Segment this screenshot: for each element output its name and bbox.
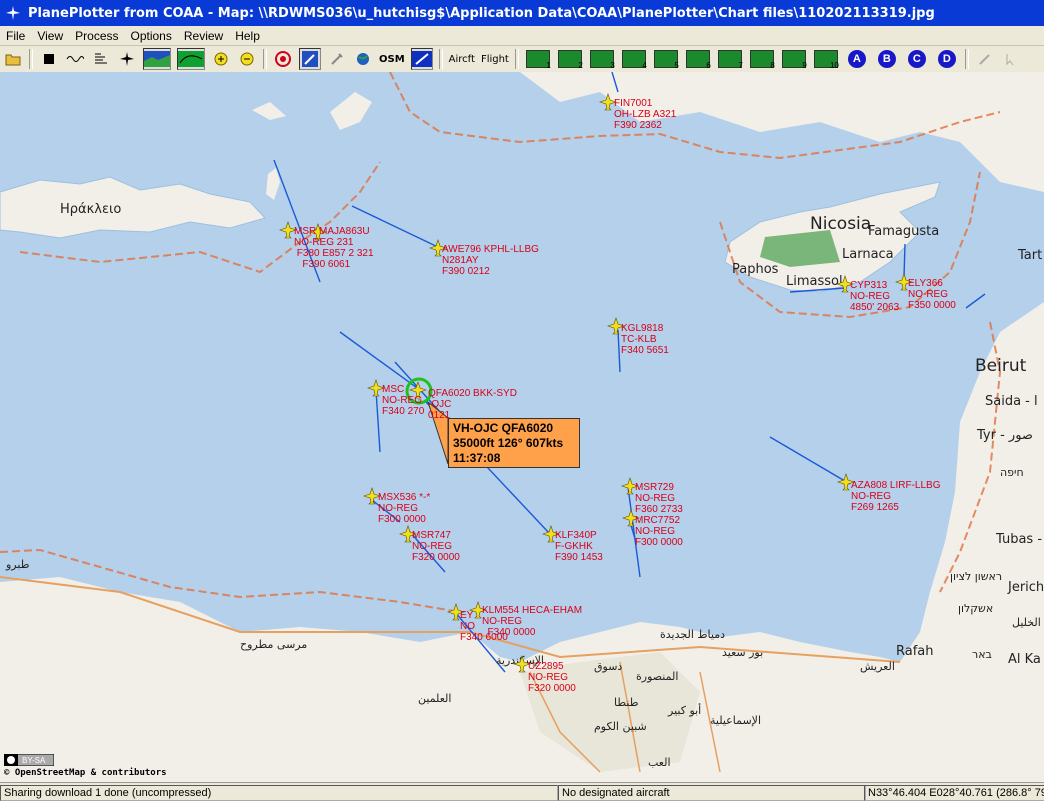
aircraft-label-msr-cluster[interactable]: MSR MAJA863U NO-REG 231 F380 E857 2 321 … bbox=[294, 226, 374, 270]
view-c-button[interactable]: C bbox=[907, 50, 926, 68]
callout-line-1: VH-OJC QFA6020 bbox=[453, 421, 554, 435]
layer-3-label: 3 bbox=[610, 61, 615, 70]
menu-review[interactable]: Review bbox=[178, 29, 229, 43]
aircraft-label-cyp313[interactable]: CYP313 NO-REG 4850' 2063 bbox=[850, 280, 899, 313]
map-view-icon[interactable] bbox=[143, 48, 171, 70]
layer-2-button[interactable]: 2 bbox=[557, 50, 583, 70]
aircraft-callout[interactable]: VH-OJC QFA6020 35000ft 126° 607kts 11:37… bbox=[448, 418, 580, 468]
layer-8-label: 8 bbox=[770, 61, 775, 70]
menu-view[interactable]: View bbox=[31, 29, 69, 43]
open-folder-icon[interactable] bbox=[3, 49, 23, 69]
layer-2-label: 2 bbox=[578, 61, 583, 70]
map-canvas[interactable]: Ηράκλειο Nicosia Famagusta Paphos Larnac… bbox=[0, 72, 1044, 782]
menu-help[interactable]: Help bbox=[229, 29, 266, 43]
aircraft-label-kgl9818[interactable]: KGL9818 TC-KLB F340 5651 bbox=[621, 323, 669, 356]
toolbar-separator bbox=[514, 49, 519, 69]
stop-icon[interactable] bbox=[39, 49, 59, 69]
layer-9-button[interactable]: 9 bbox=[781, 50, 807, 70]
aircraft-label-uz2895[interactable]: UZ2895 NO-REG F320 0000 bbox=[528, 661, 576, 694]
menu-bar: File View Process Options Review Help bbox=[0, 26, 1044, 46]
layer-10-button[interactable]: 10 bbox=[813, 50, 839, 70]
menu-options[interactable]: Options bbox=[125, 29, 178, 43]
view-a-button[interactable]: A bbox=[847, 50, 866, 68]
status-left: Sharing download 1 done (uncompressed) bbox=[0, 785, 558, 801]
zoom-out-icon[interactable] bbox=[237, 49, 257, 69]
aircraft-label-awe796[interactable]: AWE796 KPHL-LLBG N281AY F390 0212 bbox=[442, 244, 539, 277]
callout-line-2: 35000ft 126° 607kts bbox=[453, 436, 564, 450]
toolbar-separator bbox=[964, 49, 969, 69]
status-bar: Sharing download 1 done (uncompressed) N… bbox=[0, 782, 1044, 801]
layer-1-label: 1 bbox=[546, 61, 551, 70]
aircraft-label-msr729[interactable]: MSR729 NO-REG F360 2733 bbox=[635, 482, 683, 515]
window-title: PlanePlotter from COAA - Map: \\RDWMS036… bbox=[28, 5, 935, 21]
toolbar: OSM Aircft Flight 1 2 3 4 5 6 7 8 9 10 A… bbox=[0, 46, 1044, 73]
status-coords: N33°46.404 E028°40.761 (286.8° 79 bbox=[864, 785, 1044, 801]
plane-icon bbox=[4, 4, 22, 22]
layer-6-label: 6 bbox=[706, 61, 711, 70]
aircraft-label-ely366[interactable]: ELY366 NO-REG F350 0000 bbox=[908, 278, 956, 311]
cc-license-text: BY-SA bbox=[22, 756, 46, 765]
pen-icon[interactable] bbox=[975, 49, 995, 69]
wrench-icon[interactable] bbox=[327, 49, 347, 69]
layer-7-label: 7 bbox=[738, 61, 743, 70]
flight-button[interactable]: Flight bbox=[481, 49, 509, 69]
aircraft-mode-icon[interactable] bbox=[117, 49, 137, 69]
help-pointer-icon[interactable] bbox=[1001, 49, 1021, 69]
layer-5-button[interactable]: 5 bbox=[653, 50, 679, 70]
layer-5-label: 5 bbox=[674, 61, 679, 70]
aircraft-label-msr747[interactable]: MSR747 NO-REG F320 0000 bbox=[412, 530, 460, 563]
layer-4-button[interactable]: 4 bbox=[621, 50, 647, 70]
layer-10-label: 10 bbox=[829, 61, 839, 70]
toolbar-separator bbox=[29, 49, 33, 69]
aircraft-label-mrc7752[interactable]: MRC7752 NO-REG F300 0000 bbox=[635, 515, 683, 548]
aircraft-label-msx536[interactable]: MSX536 *-* NO-REG F300 0000 bbox=[378, 492, 430, 525]
view-b-button[interactable]: B bbox=[877, 50, 896, 68]
toolbar-separator bbox=[438, 49, 443, 69]
layer-3-button[interactable]: 3 bbox=[589, 50, 615, 70]
aircraft-label-sw-cluster[interactable]: EY NO F340 6000 bbox=[460, 610, 508, 643]
aircraft-button[interactable]: Aircft bbox=[449, 49, 475, 69]
globe-icon[interactable] bbox=[353, 49, 373, 69]
status-middle: No designated aircraft bbox=[558, 785, 866, 801]
title-bar: PlanePlotter from COAA - Map: \\RDWMS036… bbox=[0, 0, 1044, 26]
radar-view-icon[interactable] bbox=[177, 48, 205, 70]
aircraft-label-aza808[interactable]: AZA808 LIRF-LLBG NO-REG F269 1265 bbox=[851, 480, 940, 513]
tools-icon[interactable] bbox=[299, 48, 321, 70]
list-icon[interactable] bbox=[91, 49, 111, 69]
callout-line-3: 11:37:08 bbox=[453, 451, 501, 465]
wave-icon[interactable] bbox=[65, 49, 85, 69]
layer-7-button[interactable]: 7 bbox=[717, 50, 743, 70]
layer-9-label: 9 bbox=[802, 61, 807, 70]
map-attribution: © OpenStreetMap & contributors bbox=[4, 768, 167, 778]
layer-6-button[interactable]: 6 bbox=[685, 50, 711, 70]
menu-file[interactable]: File bbox=[0, 29, 31, 43]
target-icon[interactable] bbox=[273, 49, 293, 69]
zoom-in-icon[interactable] bbox=[211, 49, 231, 69]
layer-4-label: 4 bbox=[642, 61, 647, 70]
toolbar-separator bbox=[263, 49, 267, 69]
view-d-button[interactable]: D bbox=[937, 50, 956, 68]
layer-1-button[interactable]: 1 bbox=[525, 50, 551, 70]
aircraft-label-msc[interactable]: MSC NO-REG F340 270 bbox=[382, 384, 424, 417]
aircraft-label-fin7001[interactable]: FIN7001 OH-LZB A321 F390 2362 bbox=[614, 98, 676, 131]
aircraft-label-qfa6020[interactable]: QFA6020 BKK-SYD -OJC 0121 bbox=[428, 388, 517, 421]
layer-8-button[interactable]: 8 bbox=[749, 50, 775, 70]
osm-button[interactable]: OSM bbox=[379, 49, 405, 69]
menu-process[interactable]: Process bbox=[69, 29, 124, 43]
aircraft-label-klf340p[interactable]: KLF340P F-GKHK F390 1453 bbox=[555, 530, 603, 563]
route-icon[interactable] bbox=[410, 48, 433, 70]
